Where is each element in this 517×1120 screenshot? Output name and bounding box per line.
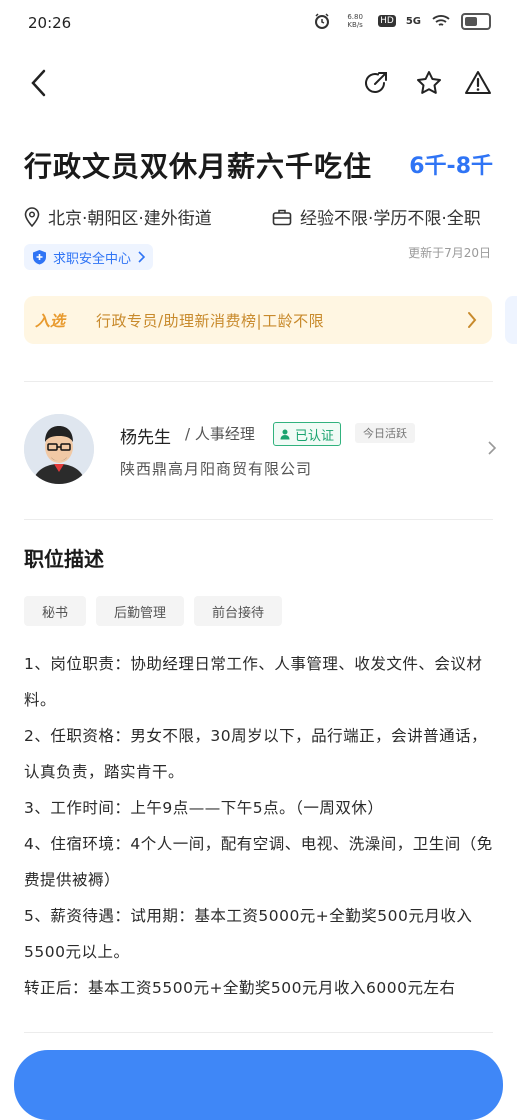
hd-badge: HD [378, 15, 396, 27]
ranking-text: 行政专员/助理新消费榜|工龄不限 [96, 311, 325, 330]
safety-center-label: 求职安全中心 [53, 251, 132, 267]
signal-5g: 5G [405, 15, 421, 27]
chevron-right-icon [488, 441, 497, 455]
back-button[interactable] [20, 64, 58, 102]
verified-badge: 已认证 [273, 422, 342, 446]
recruiter-card[interactable]: 杨先生 / 人事经理 已认证 今日活跃 陕西鼎高月阳商贸有限公司 [0, 410, 517, 494]
description-line: 3、工作时间：上午9点——下午5点。（一周双休） [24, 799, 384, 817]
location-pin-icon [24, 206, 40, 227]
status-icons: 6.80 KB/s HD 5G [312, 12, 491, 30]
description-line: 4、住宿环境：4个人一间，配有空调、电视、洗澡间，卫生间（免费提供被褥） [24, 835, 493, 889]
description-line: 转正后：基本工资5500元+全勤奖500元月收入6000元左右 [24, 979, 456, 997]
skill-tag: 后勤管理 [96, 596, 185, 626]
verified-label: 已认证 [295, 428, 335, 444]
back-icon [31, 69, 46, 97]
avatar [24, 414, 94, 484]
recruiter-role: / 人事经理 [185, 425, 255, 443]
section-title: 职位描述 [24, 547, 104, 571]
warning-icon [465, 71, 491, 94]
skill-tag: 前台接待 [194, 596, 283, 626]
apply-button[interactable] [14, 1050, 503, 1120]
job-description: 1、岗位职责：协助经理日常工作、人事管理、收发文件、会议材料。 2、任职资格：男… [24, 646, 494, 1006]
top-nav [0, 58, 517, 110]
verified-user-icon [280, 429, 290, 440]
requirements-text: 经验不限·学历不限·全职 [300, 209, 481, 229]
description-line: 2、任职资格：男女不限，30周岁以下，品行端正，会讲普通话，认真负责，踏实肯干。 [24, 727, 488, 781]
divider [24, 381, 493, 382]
net-speed: 6.80 KB/s [347, 13, 363, 29]
report-button[interactable] [459, 64, 497, 102]
description-line: 1、岗位职责：协助经理日常工作、人事管理、收发文件、会议材料。 [24, 655, 483, 709]
shield-icon [32, 249, 47, 265]
briefcase-icon [272, 209, 292, 225]
star-icon [417, 71, 441, 94]
recruiter-name: 杨先生 [120, 428, 171, 448]
company-name: 陕西鼎高月阳商贸有限公司 [120, 460, 313, 478]
battery-icon [461, 12, 491, 30]
divider [24, 519, 493, 520]
description-line: 5、薪资待遇：试用期：基本工资5000元+全勤奖500元月收入5500元以上。 [24, 907, 473, 961]
alarm-icon [312, 12, 332, 30]
chevron-right-icon [138, 251, 146, 263]
wifi-icon [431, 12, 451, 30]
favorite-button[interactable] [410, 64, 448, 102]
location-text: 北京·朝阳区·建外街道 [48, 209, 212, 229]
updated-date: 更新于7月20日 [408, 246, 491, 260]
share-icon [365, 72, 387, 93]
active-status-badge: 今日活跃 [355, 423, 415, 443]
divider [24, 1032, 493, 1033]
ranking-logo: 入选 [34, 311, 65, 330]
status-bar: 20:26 6.80 KB/s HD 5G [0, 0, 517, 48]
skill-tag: 秘书 [24, 596, 87, 626]
skill-tags: 秘书 后勤管理 前台接待 [24, 596, 283, 626]
chevron-right-icon [452, 311, 492, 329]
next-banner-peek [505, 296, 517, 344]
share-button[interactable] [357, 64, 395, 102]
safety-center-link[interactable]: 求职安全中心 [24, 244, 154, 270]
ranking-banner[interactable]: 入选 行政专员/助理新消费榜|工龄不限 [24, 296, 492, 344]
requirements-row: 经验不限·学历不限·全职 [272, 204, 481, 229]
location-row: 北京·朝阳区·建外街道 [24, 204, 212, 229]
status-time: 20:26 [28, 14, 72, 32]
job-title: 行政文员双休月薪六千吃住 [24, 150, 373, 183]
salary: 6千-8千 [409, 154, 493, 179]
